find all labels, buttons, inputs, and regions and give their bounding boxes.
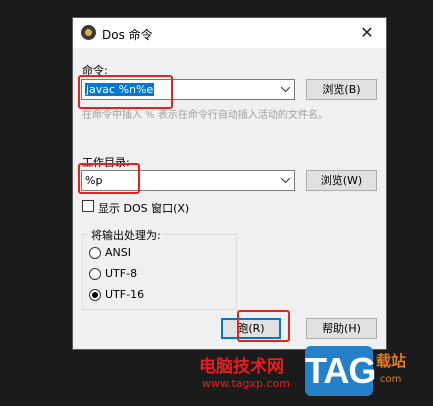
highlight-workdir xyxy=(78,163,140,194)
title-bar: Dos 命令 ✕ xyxy=(73,18,386,48)
watermark-side-sub: com xyxy=(380,374,402,385)
app-icon xyxy=(81,25,96,40)
show-dos-checkbox[interactable] xyxy=(82,200,94,212)
output-group: 将输出处理为: ANSI UTF-8 UTF-16 xyxy=(82,227,237,310)
chevron-down-icon[interactable] xyxy=(276,80,294,99)
tag-logo: TAG xyxy=(305,346,376,396)
watermark-site-name: 电脑技术网 xyxy=(199,357,284,377)
radio-utf8[interactable] xyxy=(89,268,101,280)
close-button[interactable]: ✕ xyxy=(348,18,386,48)
show-dos-label: 显示 DOS 窗口(X) xyxy=(98,202,190,215)
radio-ansi-label: ANSI xyxy=(105,246,131,259)
browse-workdir-button[interactable]: 浏览(W) xyxy=(306,170,377,191)
highlight-run xyxy=(237,310,290,342)
help-button[interactable]: 帮助(H) xyxy=(306,318,377,339)
watermark-side-text: 载站 xyxy=(376,352,407,370)
output-group-title: 将输出处理为: xyxy=(89,227,163,243)
highlight-command xyxy=(78,75,173,109)
radio-utf8-label: UTF-8 xyxy=(105,267,138,280)
browse-command-button[interactable]: 浏览(B) xyxy=(306,79,377,100)
watermark-url: www.tagxp.com xyxy=(202,377,290,390)
radio-utf16-label: UTF-16 xyxy=(105,288,145,301)
chevron-down-icon[interactable] xyxy=(276,171,294,190)
radio-ansi[interactable] xyxy=(89,247,101,259)
radio-utf16[interactable] xyxy=(89,289,101,301)
dialog-title: Dos 命令 xyxy=(102,28,153,42)
